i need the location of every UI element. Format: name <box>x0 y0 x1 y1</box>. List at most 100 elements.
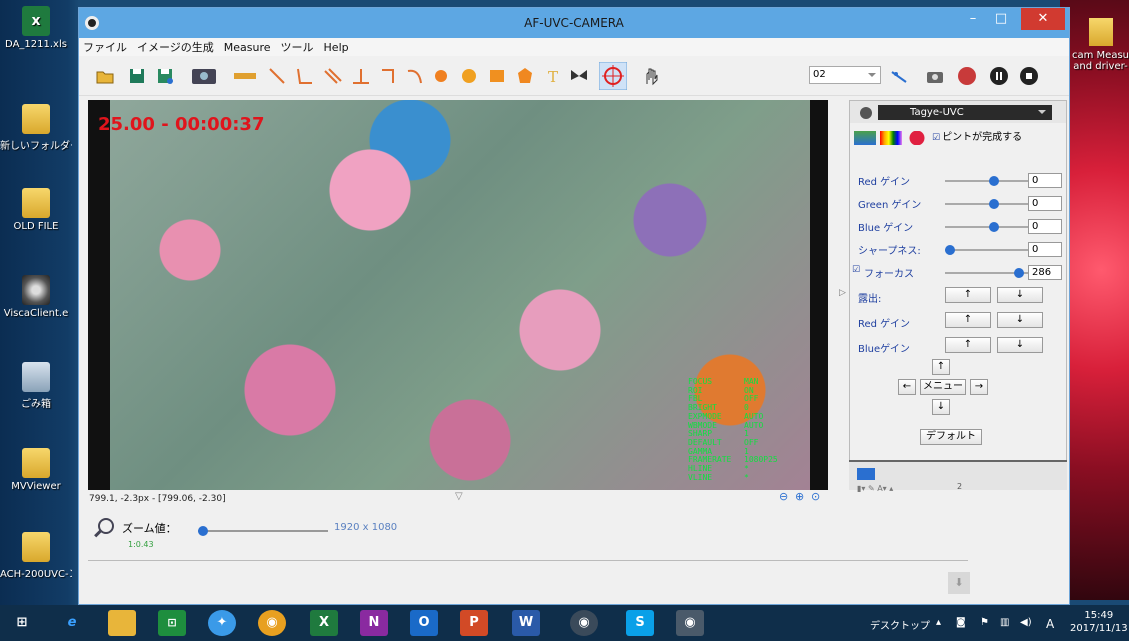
af-uvc-camera-taskbar-icon[interactable]: ◉ <box>676 610 704 636</box>
nav-left-button[interactable]: ← <box>898 379 916 395</box>
save-as-icon[interactable] <box>155 66 175 86</box>
slider-thumb[interactable] <box>198 526 208 536</box>
desktop-icon-da-xls[interactable]: x DA_1211.xls <box>0 6 72 50</box>
nav-right-button[interactable]: → <box>970 379 988 395</box>
green-gain-value[interactable]: 0 <box>1028 196 1062 211</box>
circle-point-icon[interactable] <box>431 66 451 86</box>
nav-down-button[interactable]: ↓ <box>932 399 950 415</box>
polygon-tool-icon[interactable] <box>515 66 535 86</box>
clock[interactable]: 15:49 2017/11/13 <box>1070 609 1128 635</box>
image-settings-icon[interactable] <box>854 131 876 145</box>
menu-tools[interactable]: ツール <box>281 39 314 55</box>
menu-image[interactable]: イメージの生成 <box>137 39 214 55</box>
powerpoint-icon[interactable]: P <box>460 610 488 636</box>
maximize-button[interactable]: □ <box>985 8 1017 30</box>
camera-capture-icon[interactable] <box>925 66 945 86</box>
annotation-image-icon[interactable] <box>857 468 875 480</box>
camera-app-taskbar-icon[interactable]: ◉ <box>570 610 598 636</box>
outlook-icon[interactable]: O <box>410 610 438 636</box>
butterfly-icon[interactable] <box>569 66 589 86</box>
nav-up-button[interactable]: ↑ <box>932 359 950 375</box>
exposure-down-button[interactable]: ↓ <box>997 287 1043 303</box>
zoom-in-icon[interactable]: ⊕ <box>795 490 804 503</box>
onenote-icon[interactable]: N <box>360 610 388 636</box>
blue-gain-up-button[interactable]: ↑ <box>945 337 991 353</box>
desktop-icon-viscaclient[interactable]: ViscaClient.e <box>0 275 72 319</box>
sharpness-value[interactable]: 0 <box>1028 242 1062 257</box>
close-button[interactable]: ✕ <box>1021 8 1065 30</box>
blue-gain-down-button[interactable]: ↓ <box>997 337 1043 353</box>
slider-thumb[interactable] <box>1013 268 1024 278</box>
network-icon[interactable]: ▥ <box>1000 617 1009 628</box>
red-gain-value[interactable]: 0 <box>1028 173 1062 188</box>
desktop-icon-old-file[interactable]: OLD FILE <box>0 188 72 232</box>
blue-gain-value[interactable]: 0 <box>1028 219 1062 234</box>
red-gain-down-button[interactable]: ↓ <box>997 312 1043 328</box>
snapshot-icon[interactable] <box>191 66 217 86</box>
focus-checkbox-icon[interactable]: ☑ <box>852 265 860 275</box>
hand-pan-icon[interactable] <box>641 66 661 86</box>
word-icon[interactable]: W <box>512 610 540 636</box>
download-icon[interactable]: ⬇ <box>948 572 970 594</box>
ime-indicator[interactable]: A <box>1046 617 1054 631</box>
menu-help[interactable]: Help <box>324 41 349 54</box>
exposure-up-button[interactable]: ↑ <box>945 287 991 303</box>
chrome-icon[interactable]: ◉ <box>258 610 286 636</box>
save-icon[interactable] <box>127 66 147 86</box>
perpendicular-icon[interactable] <box>351 66 371 86</box>
polyline-icon[interactable] <box>379 66 399 86</box>
desktop-toolbar-label[interactable]: デスクトップ <box>870 617 930 632</box>
slider-thumb[interactable] <box>989 222 999 232</box>
view-expand-icon[interactable]: ▽ <box>455 491 463 502</box>
desktop-icon-new-folder[interactable]: 新しいフォルダー <box>0 104 72 152</box>
desktop-icon-recycle-bin[interactable]: ごみ箱 <box>0 362 72 410</box>
windows-start-icon[interactable]: ⊞ <box>8 610 36 636</box>
ruler-icon[interactable] <box>233 66 257 86</box>
focus-check-icon[interactable]: ☑ <box>932 133 940 143</box>
focus-value[interactable]: 286 <box>1028 265 1062 280</box>
circle-tool-icon[interactable] <box>459 66 479 86</box>
zoom-slider[interactable] <box>198 526 328 536</box>
camera-select[interactable]: Tagye-UVC <box>878 105 1052 120</box>
volume-icon[interactable]: ◀) <box>1020 617 1032 628</box>
desktop-icon-ach-200uvc[interactable]: ACH-200UVC-ンストール英語 <box>0 532 72 580</box>
stop-icon[interactable] <box>1019 66 1039 86</box>
text-tool-icon[interactable]: T <box>543 66 563 86</box>
file-explorer-icon[interactable] <box>108 610 136 636</box>
zoom-fit-icon[interactable]: ⊙ <box>811 490 820 503</box>
menu-file[interactable]: ファイル <box>83 39 127 55</box>
desktop-icon-mvviewer[interactable]: MVViewer <box>0 448 72 492</box>
internet-explorer-icon[interactable]: e <box>58 610 86 636</box>
slider-thumb[interactable] <box>989 199 999 209</box>
title-bar[interactable]: AF-UVC-CAMERA – □ ✕ <box>79 8 1069 38</box>
safari-icon[interactable]: ✦ <box>208 610 236 636</box>
menu-measure[interactable]: Measure <box>224 41 271 54</box>
angle-tool-icon[interactable] <box>295 66 315 86</box>
adjust-icon[interactable] <box>889 66 909 86</box>
pause-icon[interactable] <box>989 66 1009 86</box>
crosshair-icon[interactable] <box>599 62 627 90</box>
color-settings-icon[interactable] <box>880 131 902 145</box>
open-folder-icon[interactable] <box>95 66 115 86</box>
draw-tools-icon[interactable]: ▮▾ ✎ A▾ ▴ <box>857 484 893 493</box>
video-preview[interactable]: 25.00 - 00:00:37 FOCUS MAN ROI ON FBL OFF B… <box>88 100 828 490</box>
slider-thumb[interactable] <box>989 176 999 186</box>
cherry-icon[interactable] <box>906 131 928 145</box>
skype-icon[interactable]: S <box>626 610 654 636</box>
slider-thumb[interactable] <box>945 245 955 255</box>
arc-tool-icon[interactable] <box>405 66 425 86</box>
record-icon[interactable] <box>957 66 977 86</box>
tray-expand-icon[interactable]: ▴ <box>936 617 941 628</box>
nav-menu-button[interactable]: メニュー <box>920 379 966 395</box>
zoom-out-icon[interactable]: ⊖ <box>779 490 788 503</box>
desktop-icon-cam-measure[interactable]: cam Measur and driver- <box>1072 18 1129 72</box>
red-gain-up-button[interactable]: ↑ <box>945 312 991 328</box>
flag-icon[interactable]: ⚑ <box>980 617 989 628</box>
rectangle-tool-icon[interactable] <box>487 66 507 86</box>
tray-app-icon[interactable]: ◙ <box>956 617 966 628</box>
parallel-lines-icon[interactable] <box>323 66 343 86</box>
panel-collapse-icon[interactable]: ▷ <box>839 288 846 298</box>
zoom-select[interactable]: 02 <box>809 66 881 84</box>
line-tool-icon[interactable] <box>267 66 287 86</box>
excel-icon[interactable]: X <box>310 610 338 636</box>
